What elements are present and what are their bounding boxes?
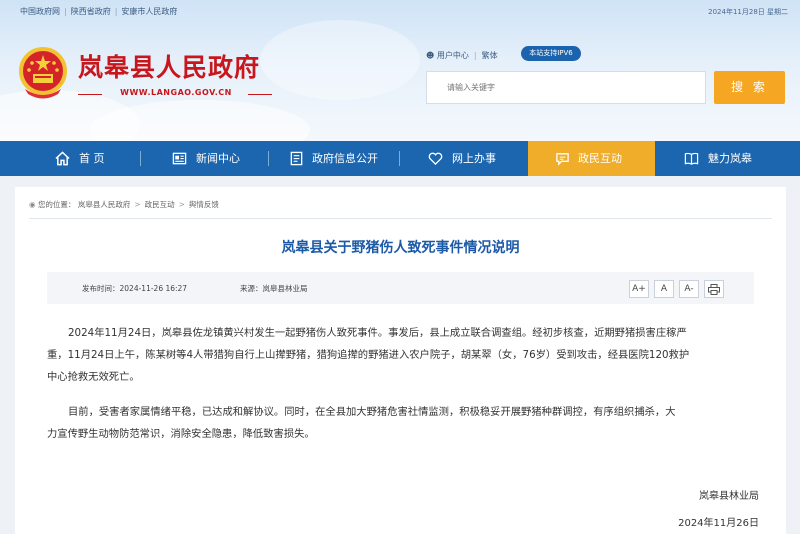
site-url: WWW.LANGAO.GOV.CN — [78, 88, 272, 100]
nav-label-online-service: 网上办事 — [452, 152, 496, 165]
nav-item-charm[interactable]: 魅力岚皋 — [656, 141, 800, 176]
nav-label-news: 新闻中心 — [196, 152, 240, 165]
breadcrumb-label: 您的位置： — [37, 200, 76, 209]
current-date: 2024年11月28日 星期二 — [708, 8, 788, 16]
user-icon: ☻ — [426, 51, 435, 60]
accessibility-link[interactable]: 繁体 — [482, 51, 498, 60]
top-bar: 中国政府网 | 陕西省政府 | 安康市人民政府 2024年11月28日 星期二 — [0, 0, 800, 22]
heart-hand-icon — [428, 152, 443, 166]
print-button[interactable] — [704, 280, 724, 298]
newspaper-icon — [172, 152, 187, 165]
chat-icon — [556, 153, 569, 166]
publish-time: 发布时间：2024-11-26 16:27 — [82, 284, 188, 293]
divider — [29, 218, 772, 219]
top-link-central-gov[interactable]: 中国政府网 — [20, 7, 60, 16]
site-title: 岚皋县人民政府 — [78, 53, 261, 82]
article-signature: 岚皋县林业局 — [699, 491, 759, 502]
article-paragraph-2: 目前，受害者家属情绪平稳，已达成和解协议。同时，在全县加大野猪危害社情监测，积极… — [47, 401, 759, 445]
nav-item-home[interactable]: 首 页 — [0, 141, 132, 176]
nav-item-online-service[interactable]: 网上办事 — [400, 141, 527, 176]
article-sign-date: 2024年11月26日 — [678, 518, 759, 529]
article-container: ◉ 您的位置： 岚皋县人民政府 > 政民互动 > 舆情反馈 岚皋县关于野猪伤人致死事件情… — [15, 187, 786, 534]
top-link-ankang-gov[interactable]: 安康市人民政府 — [121, 7, 177, 16]
font-normal-button[interactable]: A — [654, 280, 674, 298]
ipv6-badge: 本站支持IPV6 — [521, 46, 581, 61]
nav-item-gov-info[interactable]: 政府信息公开 — [269, 141, 398, 176]
nav-item-news[interactable]: 新闻中心 — [141, 141, 267, 176]
home-icon — [55, 151, 70, 166]
breadcrumb-item-feedback[interactable]: 舆情反馈 — [189, 200, 219, 209]
search-input[interactable] — [426, 71, 706, 104]
paragraph-2-line-2: 力宣传野生动物防范常识，消除安全隐患，降低致害损失。 — [47, 428, 315, 440]
breadcrumb-item-interaction[interactable]: 政民互动 — [145, 200, 175, 209]
article-source: 来源：岚皋县林业局 — [240, 284, 308, 293]
paragraph-1-line-1: 2024年11月24日，岚皋县佐龙镇黄兴村发生一起野猪伤人致死事件。事发后，县上… — [68, 327, 687, 339]
article-paragraph-1: 2024年11月24日，岚皋县佐龙镇黄兴村发生一起野猪伤人致死事件。事发后，县上… — [47, 322, 759, 388]
search-button[interactable]: 搜 索 — [714, 71, 785, 104]
nav-label-home: 首 页 — [79, 152, 105, 165]
nav-label-charm: 魅力岚皋 — [708, 152, 752, 165]
nav-label-gov-info: 政府信息公开 — [312, 152, 378, 165]
site-url-text: WWW.LANGAO.GOV.CN — [120, 88, 232, 97]
breadcrumb-item-home[interactable]: 岚皋县人民政府 — [78, 200, 131, 209]
top-link-shaanxi-gov[interactable]: 陕西省政府 — [71, 7, 111, 16]
print-icon — [708, 284, 720, 295]
paragraph-1-line-3: 中心抢救无效死亡。 — [47, 371, 140, 383]
nav-item-interaction[interactable]: 政民互动 — [528, 141, 655, 176]
national-emblem-icon — [19, 47, 67, 99]
nav-label-interaction: 政民互动 — [578, 152, 622, 165]
site-header: 中国政府网 | 陕西省政府 | 安康市人民政府 2024年11月28日 星期二 岚皋县人… — [0, 0, 800, 141]
book-icon — [684, 152, 699, 165]
paragraph-2-line-1: 目前，受害者家属情绪平稳，已达成和解协议。同时，在全县加大野猪危害社情监测，积极… — [68, 406, 676, 418]
font-increase-button[interactable]: A+ — [629, 280, 649, 298]
user-links: ☻ 用户中心 | 繁体 — [426, 51, 498, 60]
breadcrumb: ◉ 您的位置： 岚皋县人民政府 > 政民互动 > 舆情反馈 — [29, 200, 219, 209]
font-decrease-button[interactable]: A- — [679, 280, 699, 298]
article-title: 岚皋县关于野猪伤人致死事件情况说明 — [281, 240, 520, 256]
main-nav: 首 页 新闻中心 政府信息公开 网上办事 政民互动 魅力岚皋 — [0, 141, 800, 176]
article-meta: 发布时间：2024-11-26 16:27 来源：岚皋县林业局 A+ A A- — [47, 272, 754, 304]
document-icon — [290, 151, 303, 166]
top-links: 中国政府网 | 陕西省政府 | 安康市人民政府 — [20, 7, 178, 16]
user-center-link[interactable]: 用户中心 — [437, 51, 469, 60]
location-pin-icon: ◉ — [29, 200, 36, 209]
paragraph-1-line-2: 重，11月24日上午，陈某树等4人带猎狗自行上山撵野猪，猎狗追撵的野猪进入农户院… — [47, 349, 690, 361]
